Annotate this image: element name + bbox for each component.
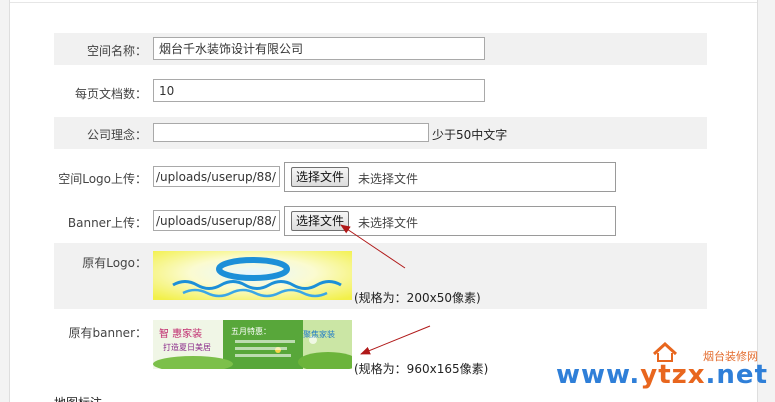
logo-file-status: 未选择文件	[358, 172, 419, 186]
row-page-docs: 每页文档数：	[54, 76, 707, 108]
banner-text-3: 五月特惠：	[231, 326, 271, 336]
row-philosophy: 公司理念： 少于50中文字	[54, 117, 707, 149]
map-label: 地图标注	[54, 394, 102, 402]
row-banner-upload: Banner上传： 选择文件 未选择文件	[54, 202, 707, 242]
banner-file-status: 未选择文件	[358, 216, 419, 230]
watermark-url-part-1: www.	[555, 360, 641, 390]
watermark-url-part-3: .net	[705, 360, 768, 390]
banner-spec-text: (规格为：960x165像素)	[354, 362, 489, 376]
banner-upload-label: Banner上传：	[67, 216, 147, 230]
original-logo-label: 原有Logo：	[82, 256, 147, 270]
row-original-logo: 原有Logo： (规格为：200x50像素)	[54, 243, 707, 309]
logo-preview-image	[153, 251, 352, 300]
watermark-url-part-2: ytzx	[640, 360, 706, 390]
banner-file-input[interactable]: 选择文件 未选择文件	[284, 206, 616, 236]
banner-text-1: 智 惠家装	[159, 327, 202, 340]
space-name-label: 空间名称：	[86, 44, 147, 58]
row-logo-upload: 空间Logo上传： 选择文件 未选择文件	[54, 158, 707, 198]
banner-text-2: 打造夏日美居	[163, 342, 211, 352]
page-docs-label: 每页文档数：	[74, 87, 147, 101]
banner-text-4: 聚焦家装	[303, 329, 335, 339]
space-name-input[interactable]	[153, 37, 485, 60]
top-divider	[10, 2, 757, 3]
philosophy-hint: 少于50中文字	[432, 128, 508, 142]
logo-spec-text: (规格为：200x50像素)	[354, 291, 481, 305]
logo-upload-label: 空间Logo上传：	[58, 172, 147, 186]
logo-file-input[interactable]: 选择文件 未选择文件	[284, 162, 616, 192]
banner-choose-file-button[interactable]: 选择文件	[291, 211, 350, 231]
house-logo-icon	[652, 342, 678, 362]
banner-preview-image: 智 惠家装 打造夏日美居 五月特惠： 聚焦家装	[153, 320, 352, 369]
row-space-name: 空间名称：	[54, 33, 707, 65]
philosophy-label: 公司理念：	[86, 128, 147, 142]
watermark-url: www.ytzx.net	[556, 360, 768, 390]
logo-path-input[interactable]	[153, 166, 280, 187]
original-banner-label: 原有banner：	[68, 326, 148, 340]
philosophy-input[interactable]	[153, 123, 429, 142]
logo-choose-file-button[interactable]: 选择文件	[291, 167, 350, 187]
banner-path-input[interactable]	[153, 210, 280, 231]
site-watermark: 烟台装修网 www.ytzx.net	[556, 340, 768, 398]
page-docs-input[interactable]	[153, 79, 485, 102]
